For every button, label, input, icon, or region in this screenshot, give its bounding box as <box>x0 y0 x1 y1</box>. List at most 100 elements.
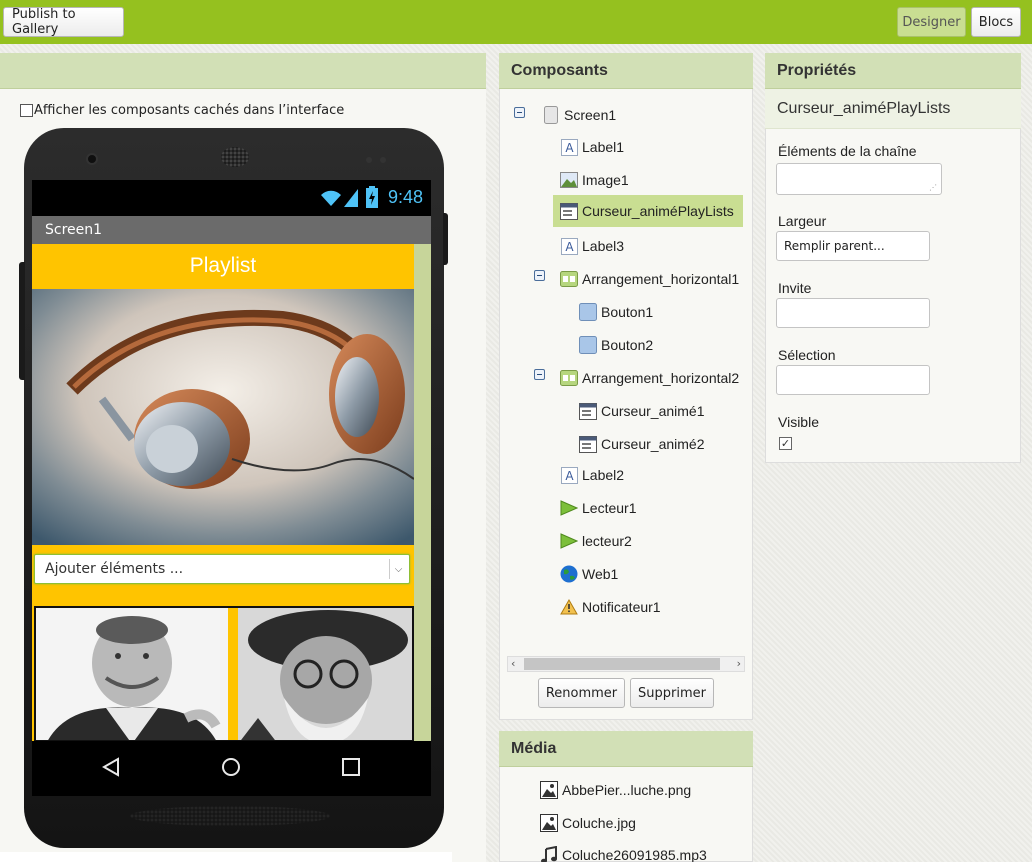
prompt-input[interactable] <box>776 298 930 328</box>
tree-item-label: Notificateur1 <box>582 599 661 615</box>
media-item-coluche-jpg[interactable]: Coluche.jpg <box>540 814 636 832</box>
phone-screen: 9:48 Screen1 Playlist Ajouter éléments .… <box>32 180 431 796</box>
properties-component-name: Curseur_animéPlayLists <box>765 89 1021 129</box>
tree-item-label: Image1 <box>582 172 629 188</box>
button2-abbe-pierre-image[interactable] <box>238 608 412 740</box>
tree-item-arrangement-horizontal2[interactable]: Arrangement_horizontal2 <box>560 366 739 390</box>
chevron-down-icon[interactable]: ⌵ <box>389 559 407 579</box>
tree-item-lecteur2[interactable]: lecteur2 <box>560 529 632 553</box>
status-clock: 9:48 <box>387 187 423 207</box>
visible-checkbox[interactable]: ✓ <box>779 437 792 450</box>
listpicker-playlists[interactable]: Ajouter éléments ... ⌵ <box>34 554 410 584</box>
tree-item-label: Curseur_animé2 <box>601 436 705 452</box>
tree-item-curseur-anime-playlists[interactable]: Curseur_animéPlayLists <box>553 195 743 227</box>
collapse-arrangement1-icon[interactable] <box>534 270 545 281</box>
label1-playlist[interactable]: Playlist <box>32 244 414 288</box>
button1-coluche-image[interactable] <box>36 608 228 740</box>
tree-item-label: Arrangement_horizontal2 <box>582 370 740 386</box>
phone-sensor-icon <box>366 157 372 163</box>
tree-item-web1[interactable]: Web1 <box>560 562 618 586</box>
tree-item-label: Curseur_animéPlayLists <box>582 203 734 219</box>
viewer-header <box>0 53 486 89</box>
app-screen: Playlist Ajouter éléments ... ⌵ <box>32 244 431 742</box>
image-file-icon <box>540 781 558 799</box>
screen-title-bar: Screen1 <box>32 216 431 244</box>
horizontal-arrangement-icon <box>560 270 578 288</box>
collapse-screen1-icon[interactable] <box>514 107 525 118</box>
properties-title: Propriétés <box>777 61 857 79</box>
selection-label: Sélection <box>778 347 836 363</box>
tree-item-label: Arrangement_horizontal1 <box>582 271 740 287</box>
selected-component-name: Curseur_animéPlayLists <box>777 99 951 117</box>
player-icon <box>560 499 578 517</box>
tree-item-notificateur1[interactable]: Notificateur1 <box>560 595 661 619</box>
phone-sensor-icon <box>380 157 386 163</box>
selection-input[interactable] <box>776 365 930 395</box>
tree-item-bouton2[interactable]: Bouton2 <box>579 333 653 357</box>
width-label: Largeur <box>778 213 827 229</box>
checkbox-box[interactable] <box>20 104 33 117</box>
warning-icon <box>560 598 578 616</box>
signal-icon <box>344 189 358 207</box>
collapse-arrangement2-icon[interactable] <box>534 369 545 380</box>
tree-item-lecteur1[interactable]: Lecteur1 <box>560 496 636 520</box>
label-icon: A <box>560 138 578 156</box>
scroll-right-icon[interactable]: › <box>737 657 741 670</box>
properties-header: Propriétés <box>765 53 1021 89</box>
web-icon <box>560 565 578 583</box>
home-icon[interactable] <box>220 756 242 778</box>
recents-icon[interactable] <box>340 756 362 778</box>
playlist-text: Playlist <box>189 254 257 277</box>
components-horizontal-scrollbar[interactable]: ‹ › <box>507 656 745 672</box>
top-toolbar <box>0 0 1032 44</box>
show-hidden-components-checkbox[interactable]: Afficher les composants cachés dans l’in… <box>20 103 344 118</box>
publish-to-gallery-button[interactable]: Publish to Gallery <box>3 7 124 37</box>
delete-button[interactable]: Supprimer <box>630 678 714 708</box>
tree-item-arrangement-horizontal1[interactable]: Arrangement_horizontal1 <box>560 267 739 291</box>
designer-button[interactable]: Designer <box>897 7 966 37</box>
width-dropdown[interactable]: Remplir parent... <box>776 231 930 261</box>
tree-item-screen1[interactable]: Screen1 <box>542 103 616 127</box>
visible-label: Visible <box>778 414 819 430</box>
tree-item-bouton1[interactable]: Bouton1 <box>579 300 653 324</box>
phone-navigation-bar <box>32 741 431 796</box>
svg-text:A: A <box>565 469 574 483</box>
horizontal-arrangement-icon <box>560 369 578 387</box>
media-item-abbepierre[interactable]: AbbePier...luche.png <box>540 781 691 799</box>
scroll-left-icon[interactable]: ‹ <box>511 657 515 670</box>
portrait-man-smiling-image <box>36 608 228 740</box>
tree-item-label3[interactable]: A Label3 <box>560 234 624 258</box>
headphones-image <box>32 289 414 545</box>
screen-icon <box>542 106 560 124</box>
tree-item-image1[interactable]: Image1 <box>560 168 629 192</box>
player-icon <box>560 532 578 550</box>
image1-headphones[interactable] <box>32 289 414 545</box>
show-hidden-components-label: Afficher les composants cachés dans l’in… <box>34 103 345 118</box>
tree-item-curseur-anime2[interactable]: Curseur_animé2 <box>579 432 705 456</box>
screen-title: Screen1 <box>45 222 103 238</box>
back-icon[interactable] <box>100 756 122 778</box>
scrollbar-thumb[interactable] <box>524 658 720 670</box>
listpicker-icon <box>579 402 597 420</box>
tree-item-label1[interactable]: A Label1 <box>560 135 624 159</box>
media-header: Média <box>499 731 753 767</box>
tree-item-curseur-anime1[interactable]: Curseur_animé1 <box>579 399 705 423</box>
listpicker-icon <box>579 435 597 453</box>
resize-grip-icon[interactable]: ⋰ <box>929 183 937 192</box>
rename-button[interactable]: Renommer <box>538 678 625 708</box>
button-icon <box>579 336 597 354</box>
tree-item-label: Label2 <box>582 467 625 483</box>
listpicker-text: Ajouter éléments ... <box>45 561 184 577</box>
elements-label: Éléments de la chaîne <box>778 143 917 159</box>
prompt-label: Invite <box>778 280 812 296</box>
components-header: Composants <box>499 53 753 89</box>
viewer-bottom-strip <box>0 852 452 862</box>
tree-item-label2[interactable]: A Label2 <box>560 463 624 487</box>
blocks-button[interactable]: Blocs <box>971 7 1021 37</box>
media-item-coluche-mp3[interactable]: Coluche26091985.mp3 <box>540 846 707 862</box>
tree-item-label: Label3 <box>582 238 625 254</box>
tree-item-label: Screen1 <box>564 107 617 123</box>
components-title: Composants <box>511 61 608 79</box>
elements-textarea[interactable] <box>776 163 942 195</box>
label-icon: A <box>560 237 578 255</box>
